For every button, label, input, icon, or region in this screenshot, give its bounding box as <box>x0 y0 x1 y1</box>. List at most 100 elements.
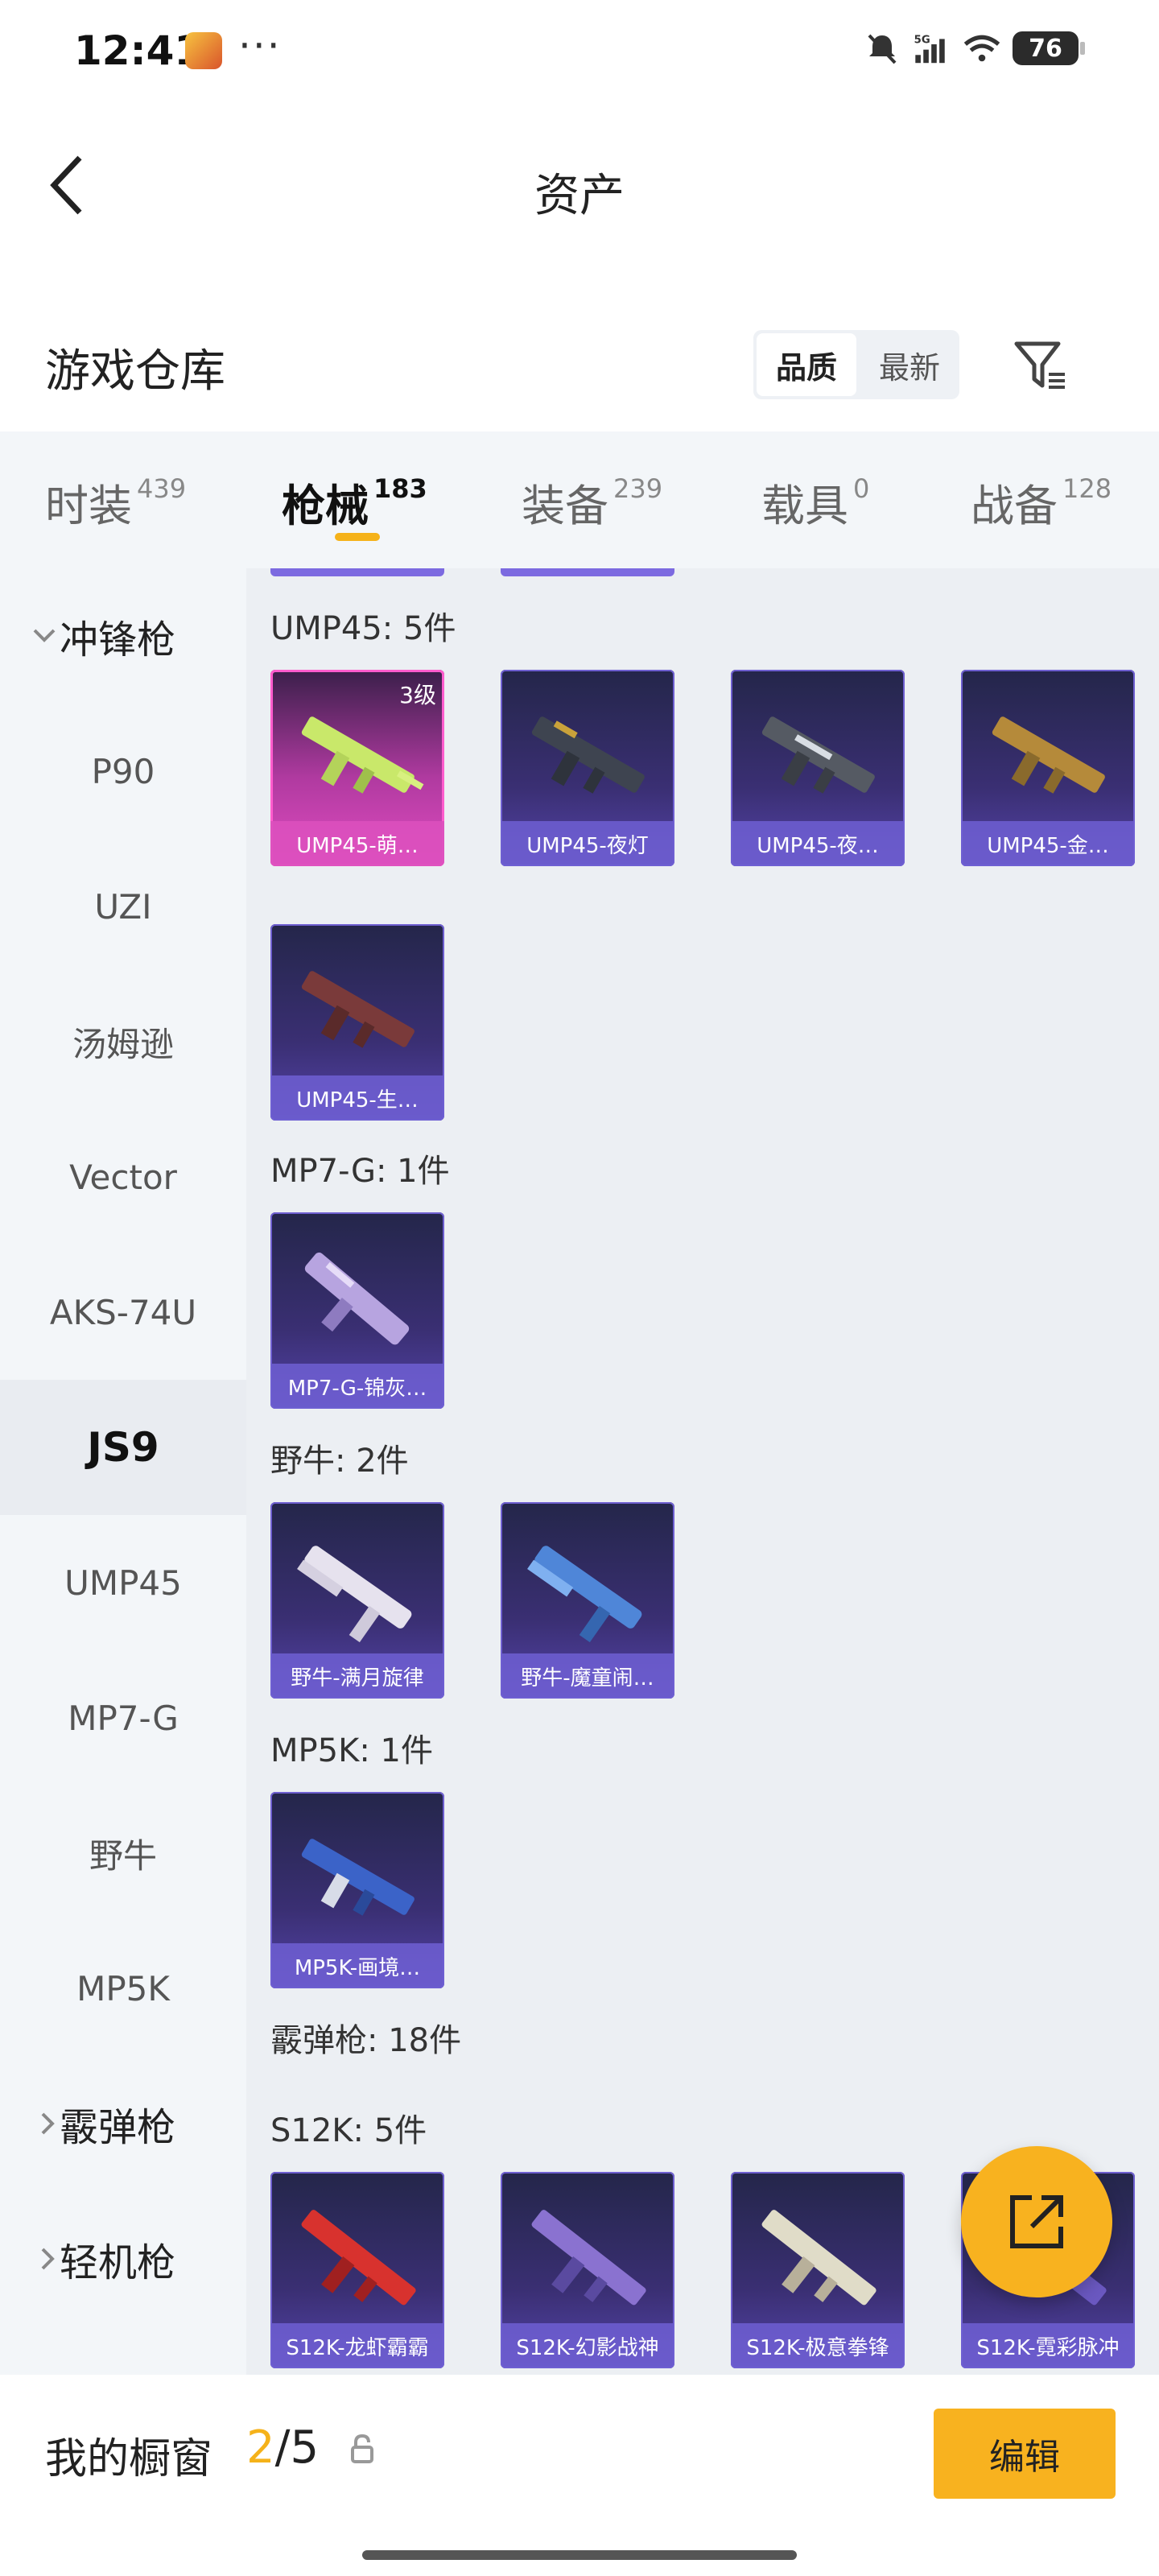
weapon-name: S12K-霓彩脉冲 <box>961 2323 1135 2368</box>
previous-card-edge <box>270 568 444 576</box>
weapon-name: UMP45-萌… <box>270 821 444 866</box>
status-icons: 5G 76 <box>863 29 1085 68</box>
category-tabs: 时装 439 枪械 183 装备 239 载具 0 战备 128 <box>0 431 1159 568</box>
weapon-name: S12K-极意拳锋 <box>731 2323 905 2368</box>
signal-icon: 5G <box>913 29 951 68</box>
filter-button[interactable] <box>1008 333 1072 398</box>
svg-text:5G: 5G <box>914 34 930 46</box>
status-bar: 12:41 ··· 5G 76 <box>0 0 1159 105</box>
weapon-card[interactable]: S12K-幻影战神 <box>501 2172 674 2368</box>
sidebar-item-p90[interactable]: P90 <box>0 704 246 839</box>
sidebar-group-smg[interactable]: 冲锋枪 <box>0 568 246 704</box>
status-time: 12:41 <box>74 27 203 74</box>
sidebar-group-label: 霰弹枪 <box>60 2105 176 2150</box>
tab-equipment[interactable]: 装备 239 <box>522 470 662 534</box>
sidebar-item-vector[interactable]: Vector <box>0 1109 246 1245</box>
weapon-skin-image <box>531 716 645 794</box>
sidebar-item-uzi[interactable]: UZI <box>0 839 246 974</box>
tab-label: 载具 <box>761 481 848 531</box>
weapon-card[interactable]: 野牛-魔童闹… <box>501 1502 674 1699</box>
weapon-name: UMP45-生… <box>270 1075 444 1121</box>
more-notifications-icon: ··· <box>238 23 282 69</box>
showcase-separator: / <box>274 2421 291 2474</box>
weapon-skin-image <box>992 716 1105 794</box>
weapon-name: MP5K-画境… <box>270 1943 444 1988</box>
weapon-skin-image <box>527 1546 642 1643</box>
home-indicator[interactable] <box>362 2550 797 2560</box>
showcase-title: 我的橱窗 <box>45 2435 213 2483</box>
section-title: 野牛: 2件 <box>270 1443 409 1480</box>
sort-newest-option[interactable]: 最新 <box>860 330 959 399</box>
weapon-skin-image <box>301 971 415 1048</box>
tab-label: 时装 <box>45 481 132 531</box>
showcase-bar: 我的橱窗 2/5 编辑 <box>0 2375 1159 2576</box>
page-title: 资产 <box>534 170 625 222</box>
weapon-skin-image <box>301 2210 416 2306</box>
tab-firearms[interactable]: 枪械 183 <box>282 470 427 534</box>
weapon-card[interactable]: MP5K-画境… <box>270 1792 444 1988</box>
chevron-right-icon <box>0 2247 60 2271</box>
weapon-card[interactable]: UMP45-夜… <box>731 670 905 866</box>
showcase-count: 2/5 <box>246 2421 319 2474</box>
sidebar-item-thompson[interactable]: 汤姆逊 <box>0 974 246 1109</box>
tab-count: 439 <box>137 473 187 504</box>
tab-label: 枪械 <box>282 481 369 531</box>
sidebar-item-bizon[interactable]: 野牛 <box>0 1785 246 1921</box>
share-button[interactable] <box>961 2146 1112 2297</box>
sidebar-group-label: 冲锋枪 <box>60 617 176 663</box>
showcase-total: 5 <box>290 2421 320 2474</box>
sidebar-group-shotgun[interactable]: 霰弹枪 <box>0 2056 246 2191</box>
warehouse-row: 游戏仓库 品质 最新 <box>0 306 1159 419</box>
sort-toggle: 品质 最新 <box>753 330 959 399</box>
share-out-icon <box>1010 2195 1063 2248</box>
sidebar-item-ump45[interactable]: UMP45 <box>0 1515 246 1650</box>
battery-icon: 76 <box>1013 31 1085 65</box>
weapon-skin-image <box>761 716 875 794</box>
weapon-skin-image <box>301 716 424 794</box>
weapon-card[interactable]: UMP45-金… <box>961 670 1135 866</box>
lock-icon <box>351 2434 373 2463</box>
tab-fashion[interactable]: 时装 439 <box>45 470 186 534</box>
sort-quality-option[interactable]: 品质 <box>757 333 856 396</box>
section-title: 霰弹枪: 18件 <box>270 2022 462 2059</box>
weapon-skin-image <box>304 1252 410 1345</box>
warehouse-title: 游戏仓库 <box>45 345 225 398</box>
tab-combat-supplies[interactable]: 战备 128 <box>971 470 1112 534</box>
tab-count: 183 <box>373 473 427 504</box>
weapon-skin-image <box>761 2210 876 2306</box>
weapon-skin-image <box>301 1839 415 1916</box>
tab-vehicles[interactable]: 载具 0 <box>761 470 869 534</box>
sidebar-item-mp7g[interactable]: MP7-G <box>0 1650 246 1785</box>
edit-button[interactable]: 编辑 <box>934 2409 1116 2499</box>
sidebar-item-js9[interactable]: JS9 <box>0 1380 246 1515</box>
chevron-right-icon <box>0 2112 60 2136</box>
weapon-name: S12K-幻影战神 <box>501 2323 674 2368</box>
weapon-card[interactable]: UMP45-夜灯 <box>501 670 674 866</box>
sidebar-group-lmg[interactable]: 轻机枪 <box>0 2191 246 2326</box>
tab-count: 0 <box>853 473 870 504</box>
filter-icon <box>1014 341 1065 389</box>
sidebar-item-aks74u[interactable]: AKS-74U <box>0 1245 246 1380</box>
weapon-name: 野牛-满月旋律 <box>270 1653 444 1699</box>
sidebar-item-mp5k[interactable]: MP5K <box>0 1921 246 2056</box>
weapon-skin-image <box>297 1546 412 1643</box>
section-title: UMP45: 5件 <box>270 610 456 647</box>
mute-icon <box>863 29 901 68</box>
sidebar-group-label: 轻机枪 <box>60 2240 176 2285</box>
section-title: S12K: 5件 <box>270 2112 427 2149</box>
weapon-card[interactable]: S12K-龙虾霸霸 <box>270 2172 444 2368</box>
weapon-card[interactable]: UMP45-生… <box>270 924 444 1121</box>
weapon-name: UMP45-夜灯 <box>501 821 674 866</box>
weapon-card[interactable]: S12K-极意拳锋 <box>731 2172 905 2368</box>
weapon-skin-image <box>531 2210 646 2306</box>
section-title: MP7-G: 1件 <box>270 1153 450 1190</box>
header: 资产 <box>0 129 1159 250</box>
weapon-name: S12K-龙虾霸霸 <box>270 2323 444 2368</box>
weapon-card[interactable]: 3级 UMP45-萌… <box>270 670 444 866</box>
chevron-down-icon <box>0 628 60 644</box>
weapon-card[interactable]: 野牛-满月旋律 <box>270 1502 444 1699</box>
weapon-name: 野牛-魔童闹… <box>501 1653 674 1699</box>
weapon-name: MP7-G-锦灰… <box>270 1364 444 1409</box>
weapon-card[interactable]: MP7-G-锦灰… <box>270 1212 444 1409</box>
weapon-grid: UMP45: 5件 3级 UMP45-萌… UMP45-夜灯 UMP45-夜… … <box>246 568 1159 2375</box>
